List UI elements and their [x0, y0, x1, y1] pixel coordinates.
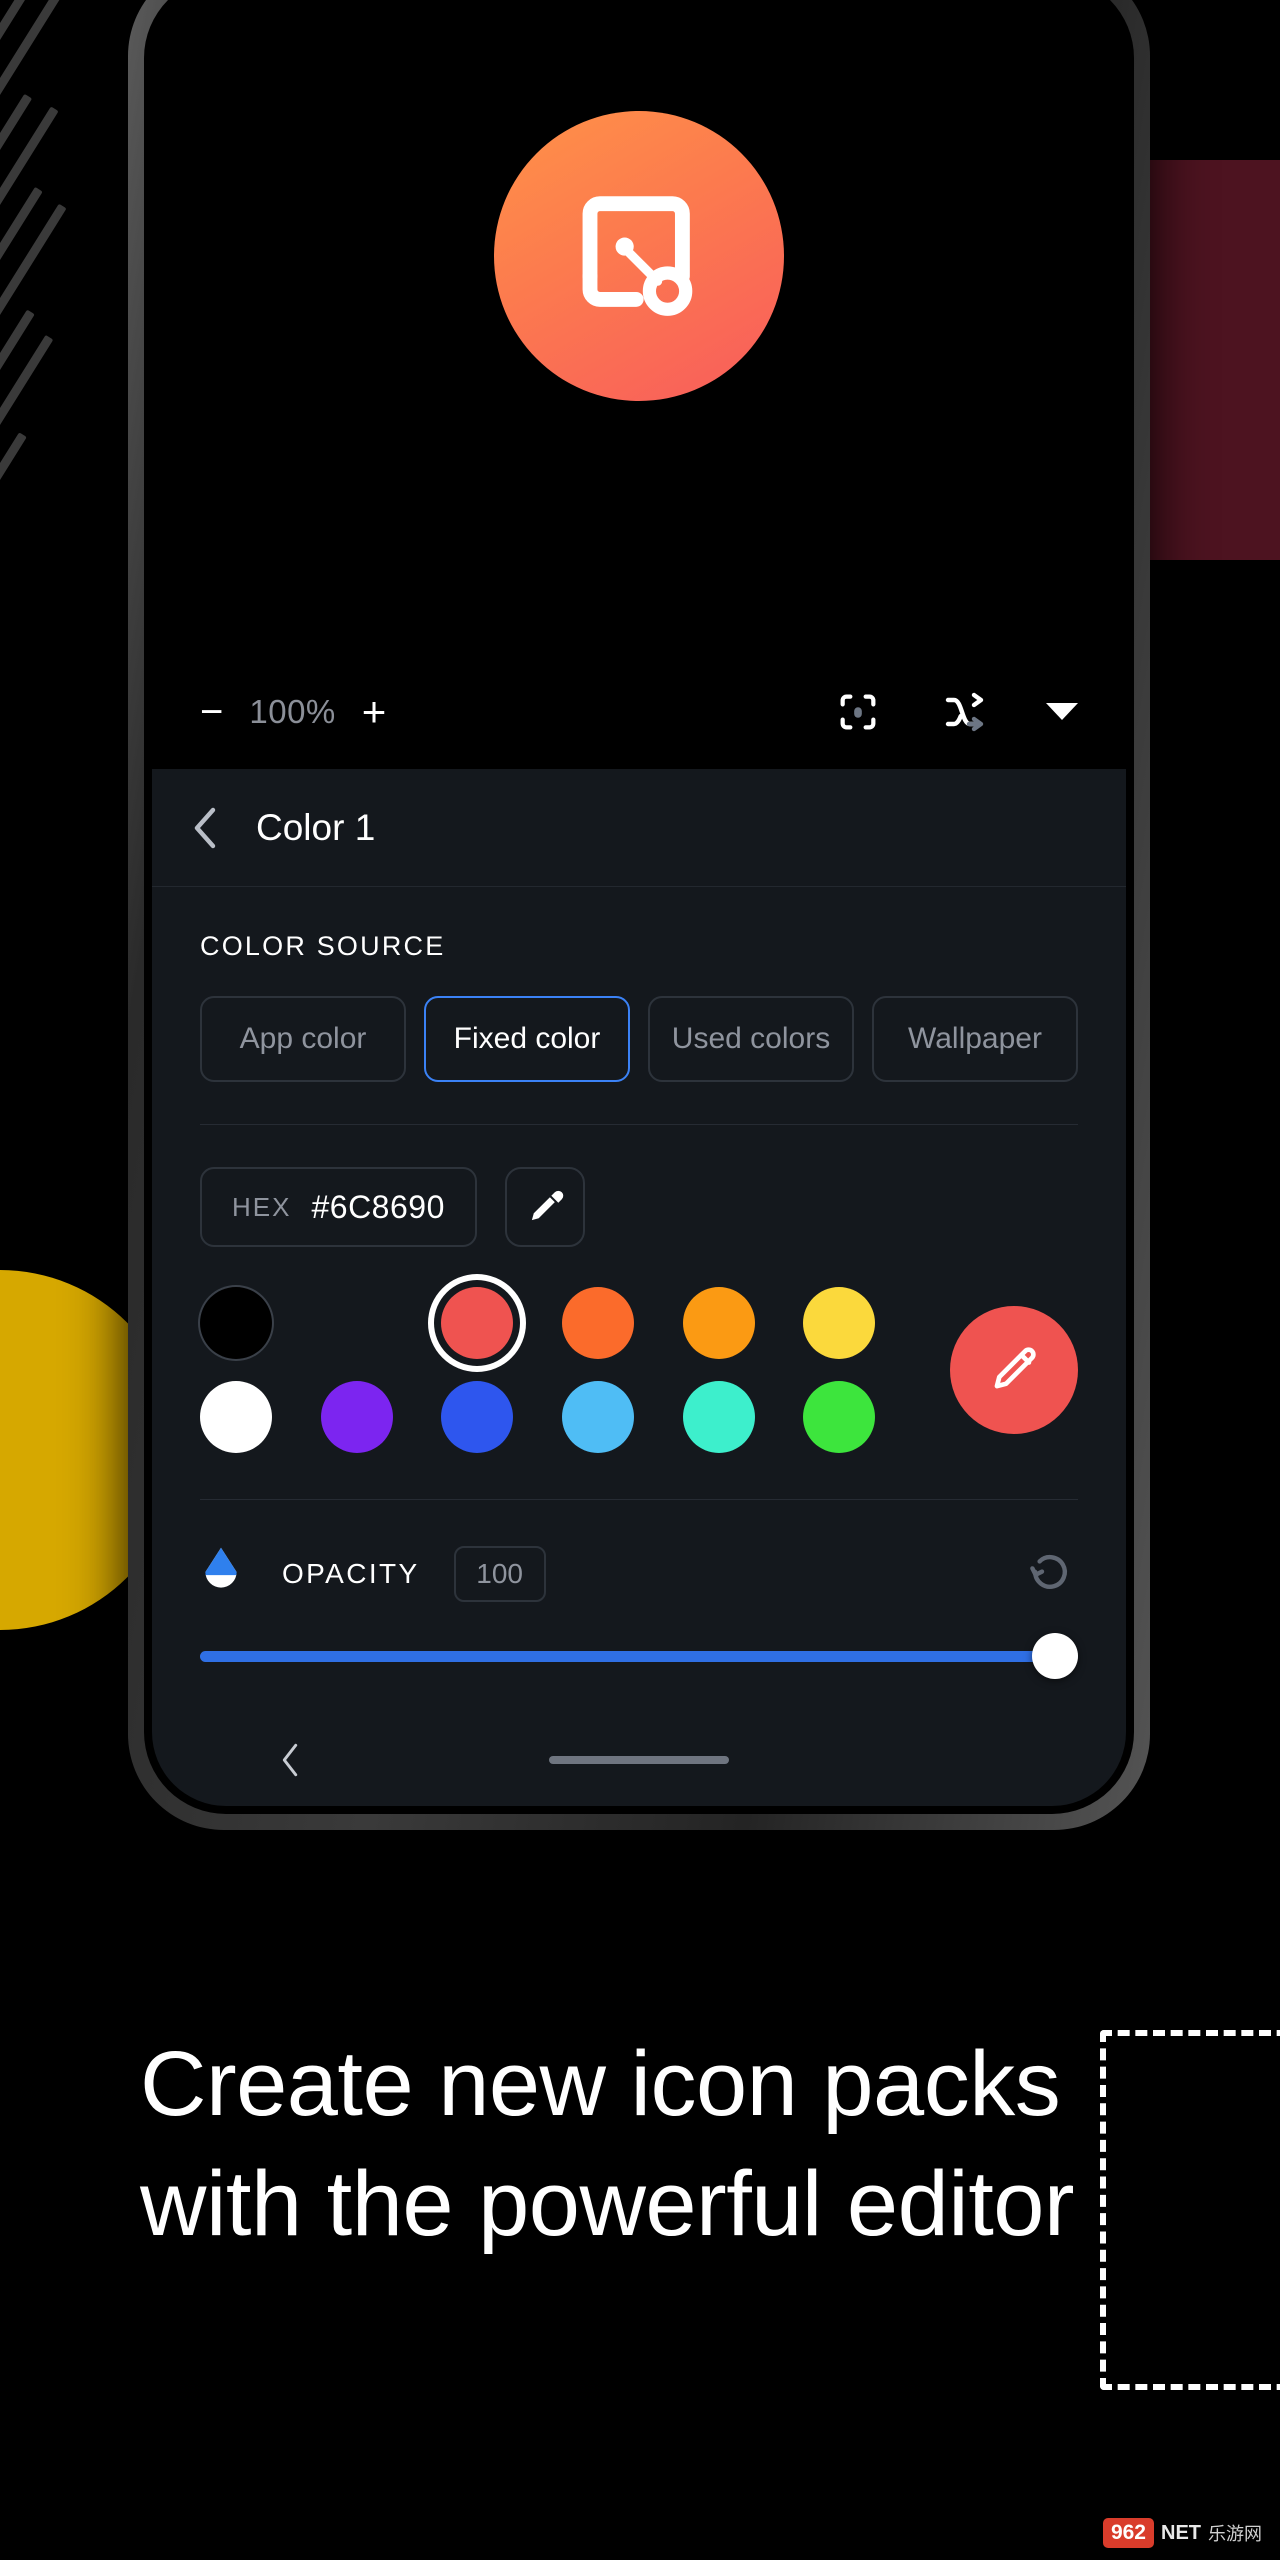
swatch-yellow[interactable]	[803, 1287, 876, 1359]
swatch-red[interactable]	[441, 1287, 514, 1359]
canvas-tool-buttons	[834, 688, 1078, 736]
chevron-down-icon[interactable]	[1046, 703, 1078, 720]
panel-body: COLOR SOURCE App color Fixed color Used …	[152, 887, 1126, 1686]
zoom-out-button[interactable]: −	[200, 692, 223, 732]
shuffle-arrows-icon[interactable]	[940, 688, 988, 736]
swatch-turquoise[interactable]	[682, 1381, 755, 1453]
system-nav-bar	[152, 1714, 1126, 1806]
color-source-segmented-control: App color Fixed color Used colors Wallpa…	[200, 996, 1078, 1082]
color-source-option-used-colors[interactable]: Used colors	[648, 996, 854, 1082]
slider-fill	[200, 1650, 1078, 1662]
promo-caption: Create new icon packs with the powerful …	[140, 2033, 1075, 2255]
color-source-option-wallpaper[interactable]: Wallpaper	[872, 996, 1078, 1082]
nav-back-icon[interactable]	[280, 1742, 300, 1778]
swatch-green[interactable]	[803, 1381, 876, 1453]
color-source-label: COLOR SOURCE	[200, 931, 446, 961]
divider	[200, 1499, 1078, 1500]
chevron-left-icon[interactable]	[192, 806, 218, 850]
app-logo-icon	[494, 111, 784, 401]
editor-canvas[interactable]: − 100% +	[152, 0, 1126, 769]
swatch-purple[interactable]	[320, 1381, 393, 1453]
app-logo-glyph	[582, 195, 692, 316]
water-drop-icon	[200, 1546, 248, 1602]
hex-row: HEX #6C8690	[200, 1167, 1078, 1247]
color-source-option-fixed-color[interactable]: Fixed color	[424, 996, 630, 1082]
hex-input[interactable]: HEX #6C8690	[200, 1167, 477, 1247]
slider-thumb[interactable]	[1032, 1633, 1078, 1679]
phone-bezel: − 100% + Color 1 COLOR SOURCE App color …	[144, 0, 1134, 1814]
opacity-slider[interactable]	[200, 1626, 1078, 1686]
color-editor-panel: Color 1 COLOR SOURCE App color Fixed col…	[152, 769, 1126, 1806]
swatch-orange[interactable]	[561, 1287, 634, 1359]
opacity-label: OPACITY	[282, 1558, 420, 1589]
opacity-value-input[interactable]: 100	[453, 1546, 546, 1602]
hex-label: HEX	[232, 1191, 292, 1222]
edit-color-button[interactable]	[950, 1306, 1078, 1434]
opacity-row: OPACITY 100	[200, 1546, 1078, 1602]
hex-value: #6C8690	[311, 1188, 445, 1225]
swatch-light-blue[interactable]	[561, 1381, 634, 1453]
swatch-amber[interactable]	[682, 1287, 755, 1359]
watermark-badge: 962	[1102, 2518, 1154, 2548]
screenshot-root: − 100% + Color 1 COLOR SOURCE App color …	[0, 0, 1280, 2560]
phone-frame: − 100% + Color 1 COLOR SOURCE App color …	[128, 0, 1150, 1830]
watermark-cn: 乐游网	[1208, 2524, 1262, 2544]
watermark: 962 NET 乐游网	[1102, 2518, 1262, 2548]
color-swatch-section	[200, 1287, 1078, 1453]
swatch-magenta[interactable]	[321, 1287, 393, 1359]
zoom-controls: − 100% +	[200, 690, 387, 733]
reset-rotate-icon[interactable]	[1026, 1548, 1078, 1600]
panel-header: Color 1	[152, 769, 1126, 887]
phone-screen: − 100% + Color 1 COLOR SOURCE App color …	[152, 0, 1126, 1806]
watermark-net: NET	[1161, 2521, 1201, 2544]
home-indicator[interactable]	[549, 1756, 729, 1764]
zoom-in-button[interactable]: +	[362, 690, 387, 733]
zoom-level-value: 100%	[249, 692, 336, 730]
swatch-black[interactable]	[200, 1287, 272, 1359]
crop-frame-icon[interactable]	[834, 688, 882, 736]
color-source-option-app-color[interactable]: App color	[200, 996, 406, 1082]
pencil-icon	[994, 1347, 1036, 1389]
eyedropper-icon[interactable]	[504, 1167, 585, 1247]
divider	[200, 1124, 1078, 1125]
swatch-white[interactable]	[200, 1381, 272, 1453]
page-title: Color 1	[256, 806, 376, 848]
color-swatch-grid	[200, 1287, 924, 1453]
swatch-blue[interactable]	[441, 1381, 514, 1453]
canvas-toolbar: − 100% +	[152, 654, 1126, 769]
